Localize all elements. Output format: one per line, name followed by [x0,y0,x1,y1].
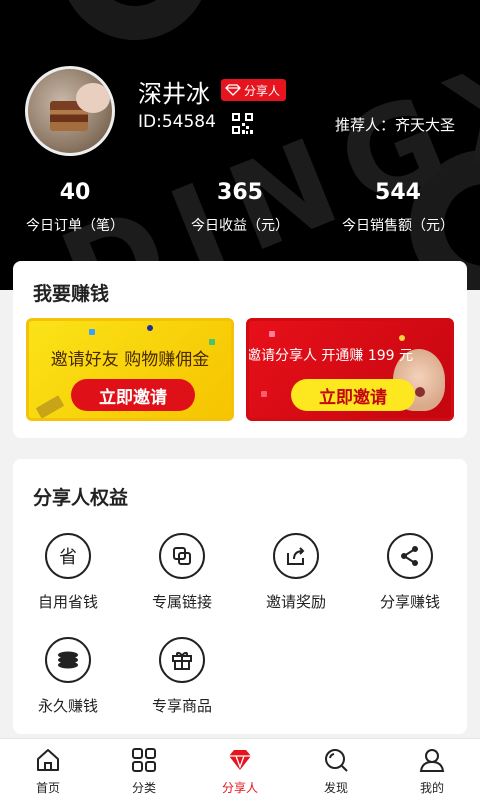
stat-value: 40 [59,180,91,205]
coins-icon [45,637,91,683]
user-id: ID:54584 [138,112,216,132]
stat-label: 今日订单（笔） [26,218,124,234]
benefit-label: 专享商品 [151,697,212,715]
tab-sharer[interactable]: 分享人 [192,739,288,800]
earn-card: 我要赚钱 邀请好友 购物赚佣金 立即邀请 邀请分享人 开通赚 199 元 立即邀… [13,261,467,438]
stat-sales: 544 今日销售额（元） [333,180,463,235]
invite-now-button[interactable]: 立即邀请 [71,379,195,411]
tab-discover[interactable]: 发现 [288,739,384,800]
tab-label: 分类 [131,781,156,795]
diamond-icon [225,84,241,96]
stat-label: 今日收益（元） [191,218,289,234]
benefit-exclusive-link[interactable]: 专属链接 [127,533,237,612]
benefits-title: 分享人权益 [33,487,129,509]
benefit-share-earn[interactable]: 分享赚钱 [355,533,465,612]
benefits-card: 分享人权益 省 自用省钱 专属链接 邀请奖励 分享赚钱 永久赚钱 专享商品 [13,459,467,734]
tab-category[interactable]: 分类 [96,739,192,800]
badge-label: 分享人 [244,83,281,98]
share-icon [387,533,433,579]
invite-now-button[interactable]: 立即邀请 [291,379,415,411]
tab-home[interactable]: 首页 [0,739,96,800]
invite-sharer-banner[interactable]: 邀请分享人 开通赚 199 元 立即邀请 [246,318,454,421]
tab-label: 分享人 [221,781,258,795]
banner-text: 邀请分享人 开通赚 199 元 [246,348,414,364]
stat-value: 365 [217,180,263,205]
avatar[interactable] [25,66,115,156]
benefit-invite-reward[interactable]: 邀请奖励 [241,533,351,612]
stat-income: 365 今日收益（元） [180,180,300,235]
discover-icon [325,749,348,772]
tab-label: 首页 [35,781,60,795]
link-icon [159,533,205,579]
sharer-badge: 分享人 [221,79,287,101]
tab-profile[interactable]: 我的 [384,739,480,800]
benefit-exclusive-goods[interactable]: 专享商品 [127,637,237,716]
tab-label: 我的 [419,781,444,795]
profile-header: DINGXIAO 深井冰 分享人 ID:54584 推荐人：齐天大圣 40 今日… [0,0,480,290]
benefit-label: 分享赚钱 [379,593,440,611]
save-money-icon: 省 [45,533,91,579]
benefit-label: 永久赚钱 [37,697,98,715]
stat-orders: 40 今日订单（笔） [15,180,135,235]
benefit-label: 邀请奖励 [265,593,326,611]
user-name: 深井冰 [138,80,210,108]
earn-title: 我要赚钱 [33,283,110,305]
bottom-tab-bar: 首页 分类 分享人 发现 我的 [0,738,480,800]
qr-code-icon[interactable] [232,113,253,134]
banner-text: 邀请好友 购物赚佣金 [50,350,210,370]
invite-reward-icon [273,533,319,579]
stat-value: 544 [375,180,421,205]
home-icon [37,749,59,771]
diamond-icon [229,750,251,770]
profile-icon [419,749,445,772]
tab-label: 发现 [323,781,348,795]
invite-friends-banner[interactable]: 邀请好友 购物赚佣金 立即邀请 [26,318,234,421]
category-icon [132,748,156,772]
gift-icon [159,637,205,683]
watermark-circle [60,0,210,40]
benefit-label: 专属链接 [151,593,212,611]
benefit-permanent-earn[interactable]: 永久赚钱 [13,637,123,716]
benefit-save-money[interactable]: 省 自用省钱 [13,533,123,612]
stat-label: 今日销售额（元） [342,218,454,234]
benefit-label: 自用省钱 [37,593,98,611]
referrer-text: 推荐人：齐天大圣 [334,116,455,134]
